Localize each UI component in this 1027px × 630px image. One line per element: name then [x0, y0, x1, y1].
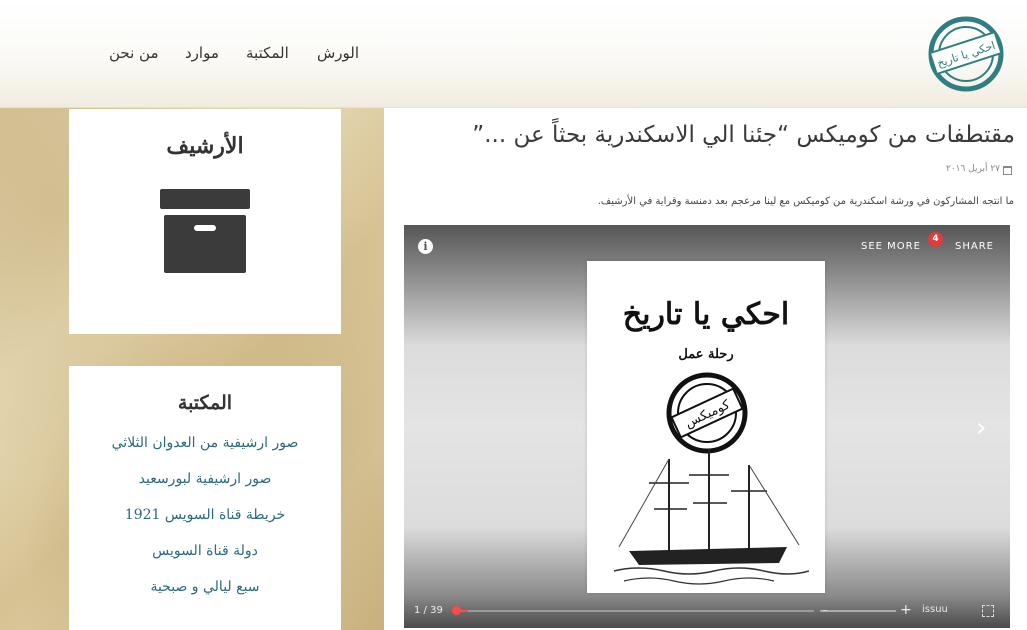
page-subtitle: رحلة عمل — [678, 347, 734, 362]
notification-badge: 4 — [928, 232, 943, 247]
post-date: ٢٧ أبريل ٢٠١٦ — [945, 164, 1000, 174]
nav-item-resources[interactable]: موارد — [185, 44, 219, 68]
zoom-out-icon[interactable]: – — [822, 603, 828, 617]
archive-box-icon[interactable] — [160, 189, 250, 273]
library-link-item[interactable]: صور ارشيفية لبورسعيد — [69, 468, 341, 504]
library-links: صور ارشيفية من العدوان الثلاثي صور ارشيف… — [69, 432, 341, 612]
progress-handle[interactable] — [452, 606, 461, 615]
post-excerpt: ما انتجه المشاركون في ورشة اسكندرية من ك… — [597, 196, 1014, 207]
library-link-item[interactable]: خريطة قناة السويس 1921 — [69, 504, 341, 540]
library-link[interactable]: دولة قناة السويس — [152, 543, 258, 559]
site-logo[interactable]: احكي يا تاريخ — [926, 14, 1006, 94]
ship-illustration-icon — [613, 449, 809, 585]
library-card: المكتبة صور ارشيفية من العدوان الثلاثي ص… — [69, 366, 341, 630]
archive-card[interactable]: الأرشيف — [69, 109, 341, 334]
library-link-item[interactable]: صور ارشيفية من العدوان الثلاثي — [69, 432, 341, 468]
nav-item-about[interactable]: من نحن — [109, 44, 159, 68]
see-more-button[interactable]: SEE MORE — [861, 241, 921, 252]
library-link[interactable]: صور ارشيفية من العدوان الثلاثي — [112, 435, 299, 451]
site-header: احكي يا تاريخ الورش المكتبة موارد من نحن — [0, 0, 1027, 108]
archive-title[interactable]: الأرشيف — [69, 133, 341, 159]
page-counter: 1 / 39 — [414, 605, 443, 616]
issuu-logo[interactable]: issuu — [922, 604, 948, 615]
zoom-in-icon[interactable]: + — [900, 602, 912, 618]
nav-link-about[interactable]: من نحن — [109, 44, 159, 62]
nav-link-library[interactable]: المكتبة — [246, 44, 289, 62]
document-viewer[interactable]: i SEE MORE 4 SHARE احكي يا تاريخ رحلة عم… — [404, 225, 1010, 628]
post-title[interactable]: مقتطفات من كوميكس “جئنا الي الاسكندرية ب… — [390, 122, 1015, 148]
fullscreen-icon[interactable] — [982, 605, 994, 617]
nav-link-workshops[interactable]: الورش — [317, 44, 359, 62]
library-title: المكتبة — [177, 392, 233, 414]
viewer-controls: 1 / 39 – + issuu — [404, 599, 1010, 623]
progress-bar[interactable] — [454, 610, 814, 612]
next-page-arrow-icon[interactable]: › — [976, 413, 998, 443]
library-link-item[interactable]: سبع ليالي و صبحية — [69, 576, 341, 612]
zoom-slider[interactable] — [820, 610, 896, 612]
library-link[interactable]: خريطة قناة السويس 1921 — [125, 507, 285, 523]
info-icon[interactable]: i — [418, 239, 433, 254]
library-link-item[interactable]: دولة قناة السويس — [69, 540, 341, 576]
page-title-text: احكي يا تاريخ — [622, 297, 790, 332]
nav-link-resources[interactable]: موارد — [185, 44, 219, 62]
library-link[interactable]: سبع ليالي و صبحية — [150, 579, 259, 595]
nav-item-workshops[interactable]: الورش — [317, 44, 359, 68]
calendar-icon — [1003, 166, 1012, 175]
share-button[interactable]: SHARE — [955, 241, 994, 252]
library-link[interactable]: صور ارشيفية لبورسعيد — [139, 471, 272, 487]
nav-item-library[interactable]: المكتبة — [246, 44, 289, 68]
document-page[interactable]: احكي يا تاريخ رحلة عمل كوميكس — [587, 261, 825, 593]
